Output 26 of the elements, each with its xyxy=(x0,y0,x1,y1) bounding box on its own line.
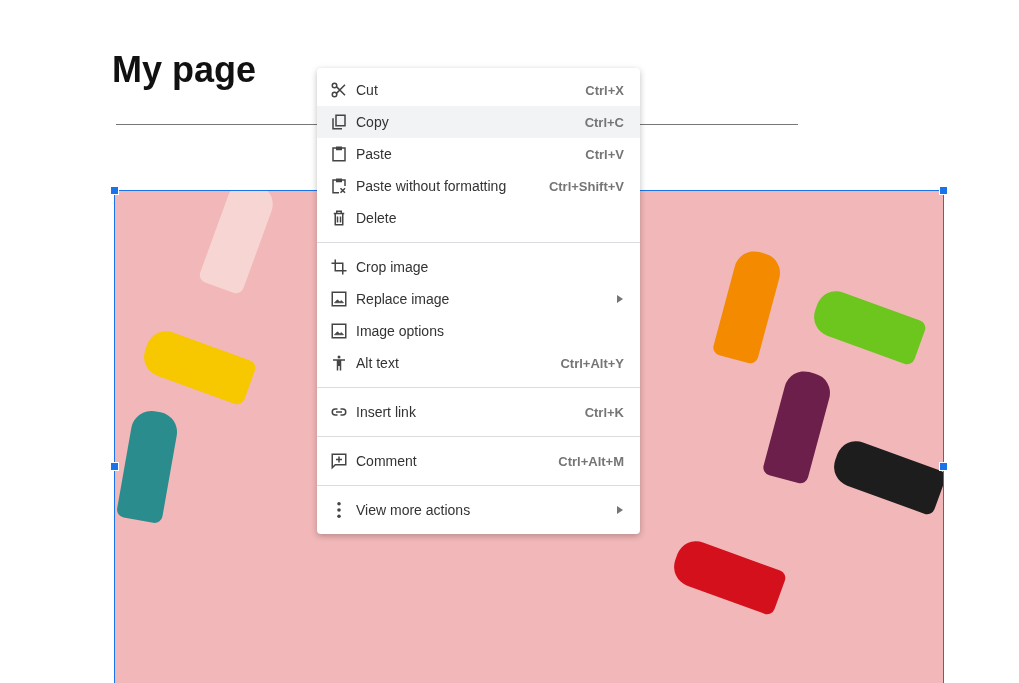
menu-item[interactable]: Comment Ctrl+Alt+M xyxy=(317,445,640,477)
menu-item[interactable]: Replace image xyxy=(317,283,640,315)
menu-item[interactable]: Insert link Ctrl+K xyxy=(317,396,640,428)
menu-item[interactable]: Copy Ctrl+C xyxy=(317,106,640,138)
clipboard-x-icon xyxy=(330,177,348,195)
menu-item[interactable]: Paste without formatting Ctrl+Shift+V xyxy=(317,170,640,202)
clipboard-icon xyxy=(330,145,348,163)
scissors-icon xyxy=(330,81,348,99)
copy-icon xyxy=(330,113,348,131)
menu-item[interactable]: View more actions xyxy=(317,494,640,526)
image-icon xyxy=(330,290,348,308)
person-icon xyxy=(330,354,348,372)
crop-icon xyxy=(330,258,348,276)
menu-item[interactable]: Delete xyxy=(317,202,640,234)
resize-handle[interactable] xyxy=(110,462,119,471)
image-icon xyxy=(330,322,348,340)
menu-item[interactable]: Cut Ctrl+X xyxy=(317,74,640,106)
resize-handle[interactable] xyxy=(939,462,948,471)
resize-handle[interactable] xyxy=(110,186,119,195)
menu-item[interactable]: Paste Ctrl+V xyxy=(317,138,640,170)
comment-plus-icon xyxy=(330,452,348,470)
menu-item[interactable]: Image options xyxy=(317,315,640,347)
resize-handle[interactable] xyxy=(939,186,948,195)
menu-item[interactable]: Crop image xyxy=(317,251,640,283)
more-vertical-icon xyxy=(337,502,341,518)
menu-item[interactable]: Alt text Ctrl+Alt+Y xyxy=(317,347,640,379)
